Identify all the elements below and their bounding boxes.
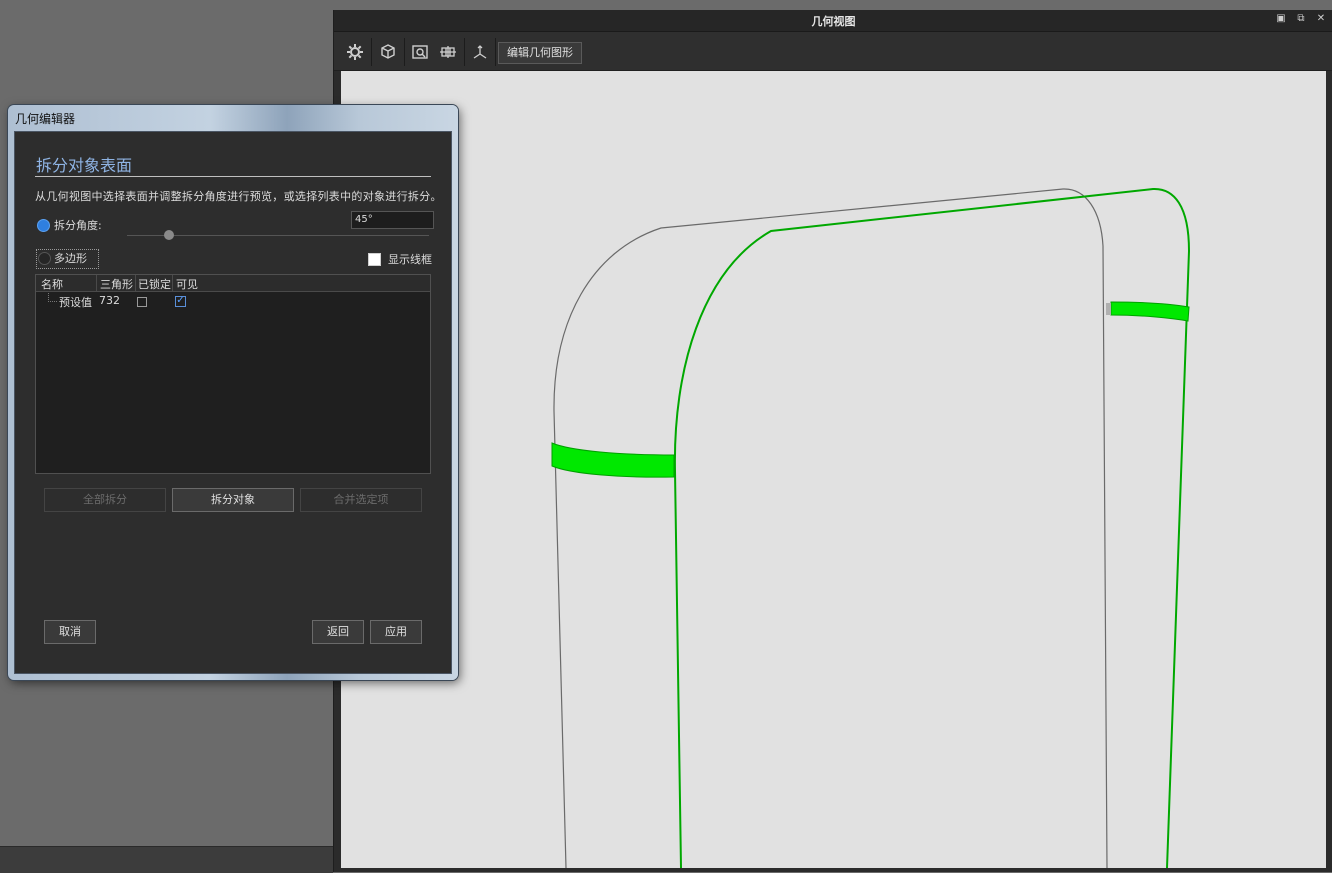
close-icon[interactable]: ✕ xyxy=(1315,13,1327,25)
grid-icon[interactable] xyxy=(434,38,462,66)
split-all-button[interactable]: 全部拆分 xyxy=(44,488,166,512)
col-visible[interactable]: 可见 xyxy=(176,276,198,292)
object-table: 名称 三角形 已锁定 可见 预设值 732 ✓ xyxy=(35,274,431,474)
heading-divider xyxy=(35,176,431,177)
outline-front xyxy=(673,187,1191,868)
viewport-3d[interactable] xyxy=(341,71,1326,868)
split-angle-input[interactable]: 45° xyxy=(351,211,434,229)
model-render xyxy=(551,187,1191,868)
status-strip xyxy=(0,846,333,873)
col-name[interactable]: 名称 xyxy=(41,276,63,292)
locked-checkbox[interactable] xyxy=(137,297,147,307)
instructions-text: 从几何视图中选择表面并调整拆分角度进行预览，或选择列表中的对象进行拆分。 xyxy=(35,190,442,203)
split-angle-label: 拆分角度: xyxy=(54,219,102,232)
cancel-button[interactable]: 取消 xyxy=(44,620,96,644)
split-object-button[interactable]: 拆分对象 xyxy=(172,488,294,512)
visible-checkbox[interactable]: ✓ xyxy=(175,296,186,307)
row-name: 预设值 xyxy=(59,296,92,309)
col-locked[interactable]: 已锁定 xyxy=(138,276,171,292)
back-button[interactable]: 返回 xyxy=(312,620,364,644)
row-triangles: 732 xyxy=(99,294,120,307)
polygon-label: 多边形 xyxy=(54,252,87,265)
split-angle-radio[interactable] xyxy=(37,219,50,232)
edit-geometry-button[interactable]: 编辑几何图形 xyxy=(498,42,582,64)
slider-handle[interactable] xyxy=(164,230,174,240)
split-band-right xyxy=(1110,301,1190,322)
show-wireframe-label: 显示线框 xyxy=(388,253,432,266)
outline-back xyxy=(553,188,1108,868)
view-title: 几何视图 xyxy=(811,15,856,28)
split-band-left xyxy=(551,442,675,478)
view-toolbar: 编辑几何图形 xyxy=(334,32,1332,71)
table-header: 名称 三角形 已锁定 可见 xyxy=(36,275,430,292)
gear-icon[interactable] xyxy=(341,38,369,66)
show-wireframe-checkbox[interactable] xyxy=(368,253,381,266)
cube-icon[interactable] xyxy=(374,38,402,66)
section-heading: 拆分对象表面 xyxy=(36,156,133,175)
geometry-editor-dialog: 几何编辑器 拆分对象表面 从几何视图中选择表面并调整拆分角度进行预览，或选择列表… xyxy=(8,105,458,680)
geometry-view-panel: 几何视图 ▣ ⧉ ✕ 编辑几何图形 xyxy=(333,10,1332,872)
polygon-radio[interactable] xyxy=(38,252,51,265)
apply-button[interactable]: 应用 xyxy=(370,620,422,644)
restore-icon[interactable]: ⧉ xyxy=(1295,13,1307,25)
window-controls: ▣ ⧉ ✕ xyxy=(1275,13,1327,25)
zoom-fit-icon[interactable] xyxy=(406,38,434,66)
col-triangles[interactable]: 三角形 xyxy=(100,276,133,292)
merge-selected-button[interactable]: 合并选定项 xyxy=(300,488,422,512)
dialog-body: 拆分对象表面 从几何视图中选择表面并调整拆分角度进行预览，或选择列表中的对象进行… xyxy=(14,131,452,674)
dialog-title[interactable]: 几何编辑器 xyxy=(15,110,75,127)
view-titlebar: 几何视图 ▣ ⧉ ✕ xyxy=(334,10,1332,32)
minimize-icon[interactable]: ▣ xyxy=(1275,13,1287,25)
axes-icon[interactable] xyxy=(466,38,494,66)
band-edge xyxy=(1106,303,1111,315)
